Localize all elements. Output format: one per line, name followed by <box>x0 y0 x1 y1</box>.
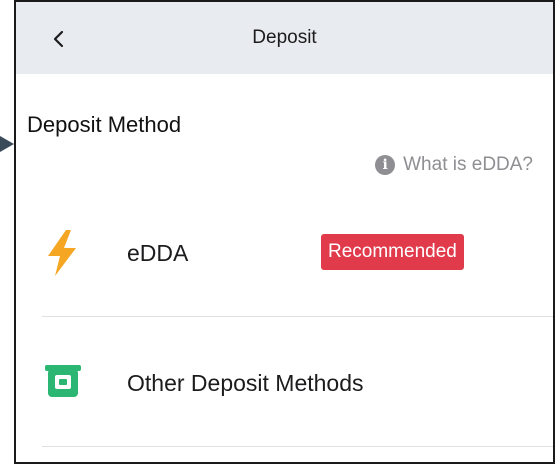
phone-screen: Deposit Deposit Method i What is eDDA? e… <box>14 0 555 464</box>
nav-header: Deposit <box>16 2 553 74</box>
pointer-arrow-icon <box>0 136 14 152</box>
lightning-bolt-icon <box>44 228 80 283</box>
cash-bill-icon <box>44 363 82 406</box>
method-label-other: Other Deposit Methods <box>127 370 364 396</box>
what-is-edda-link[interactable]: i What is eDDA? <box>375 154 533 176</box>
method-row-edda[interactable]: eDDA Recommended <box>16 204 553 304</box>
method-row-other[interactable]: Other Deposit Methods <box>16 334 553 434</box>
page-title: Deposit <box>252 27 317 48</box>
method-label-edda: eDDA <box>127 240 189 266</box>
divider <box>42 446 553 447</box>
recommended-badge: Recommended <box>321 234 464 270</box>
divider <box>42 316 553 317</box>
section-title: Deposit Method <box>27 112 182 137</box>
info-icon: i <box>375 155 396 175</box>
chevron-left-icon <box>53 30 64 48</box>
what-is-edda-label: What is eDDA? <box>403 154 533 175</box>
back-button[interactable] <box>44 24 74 54</box>
